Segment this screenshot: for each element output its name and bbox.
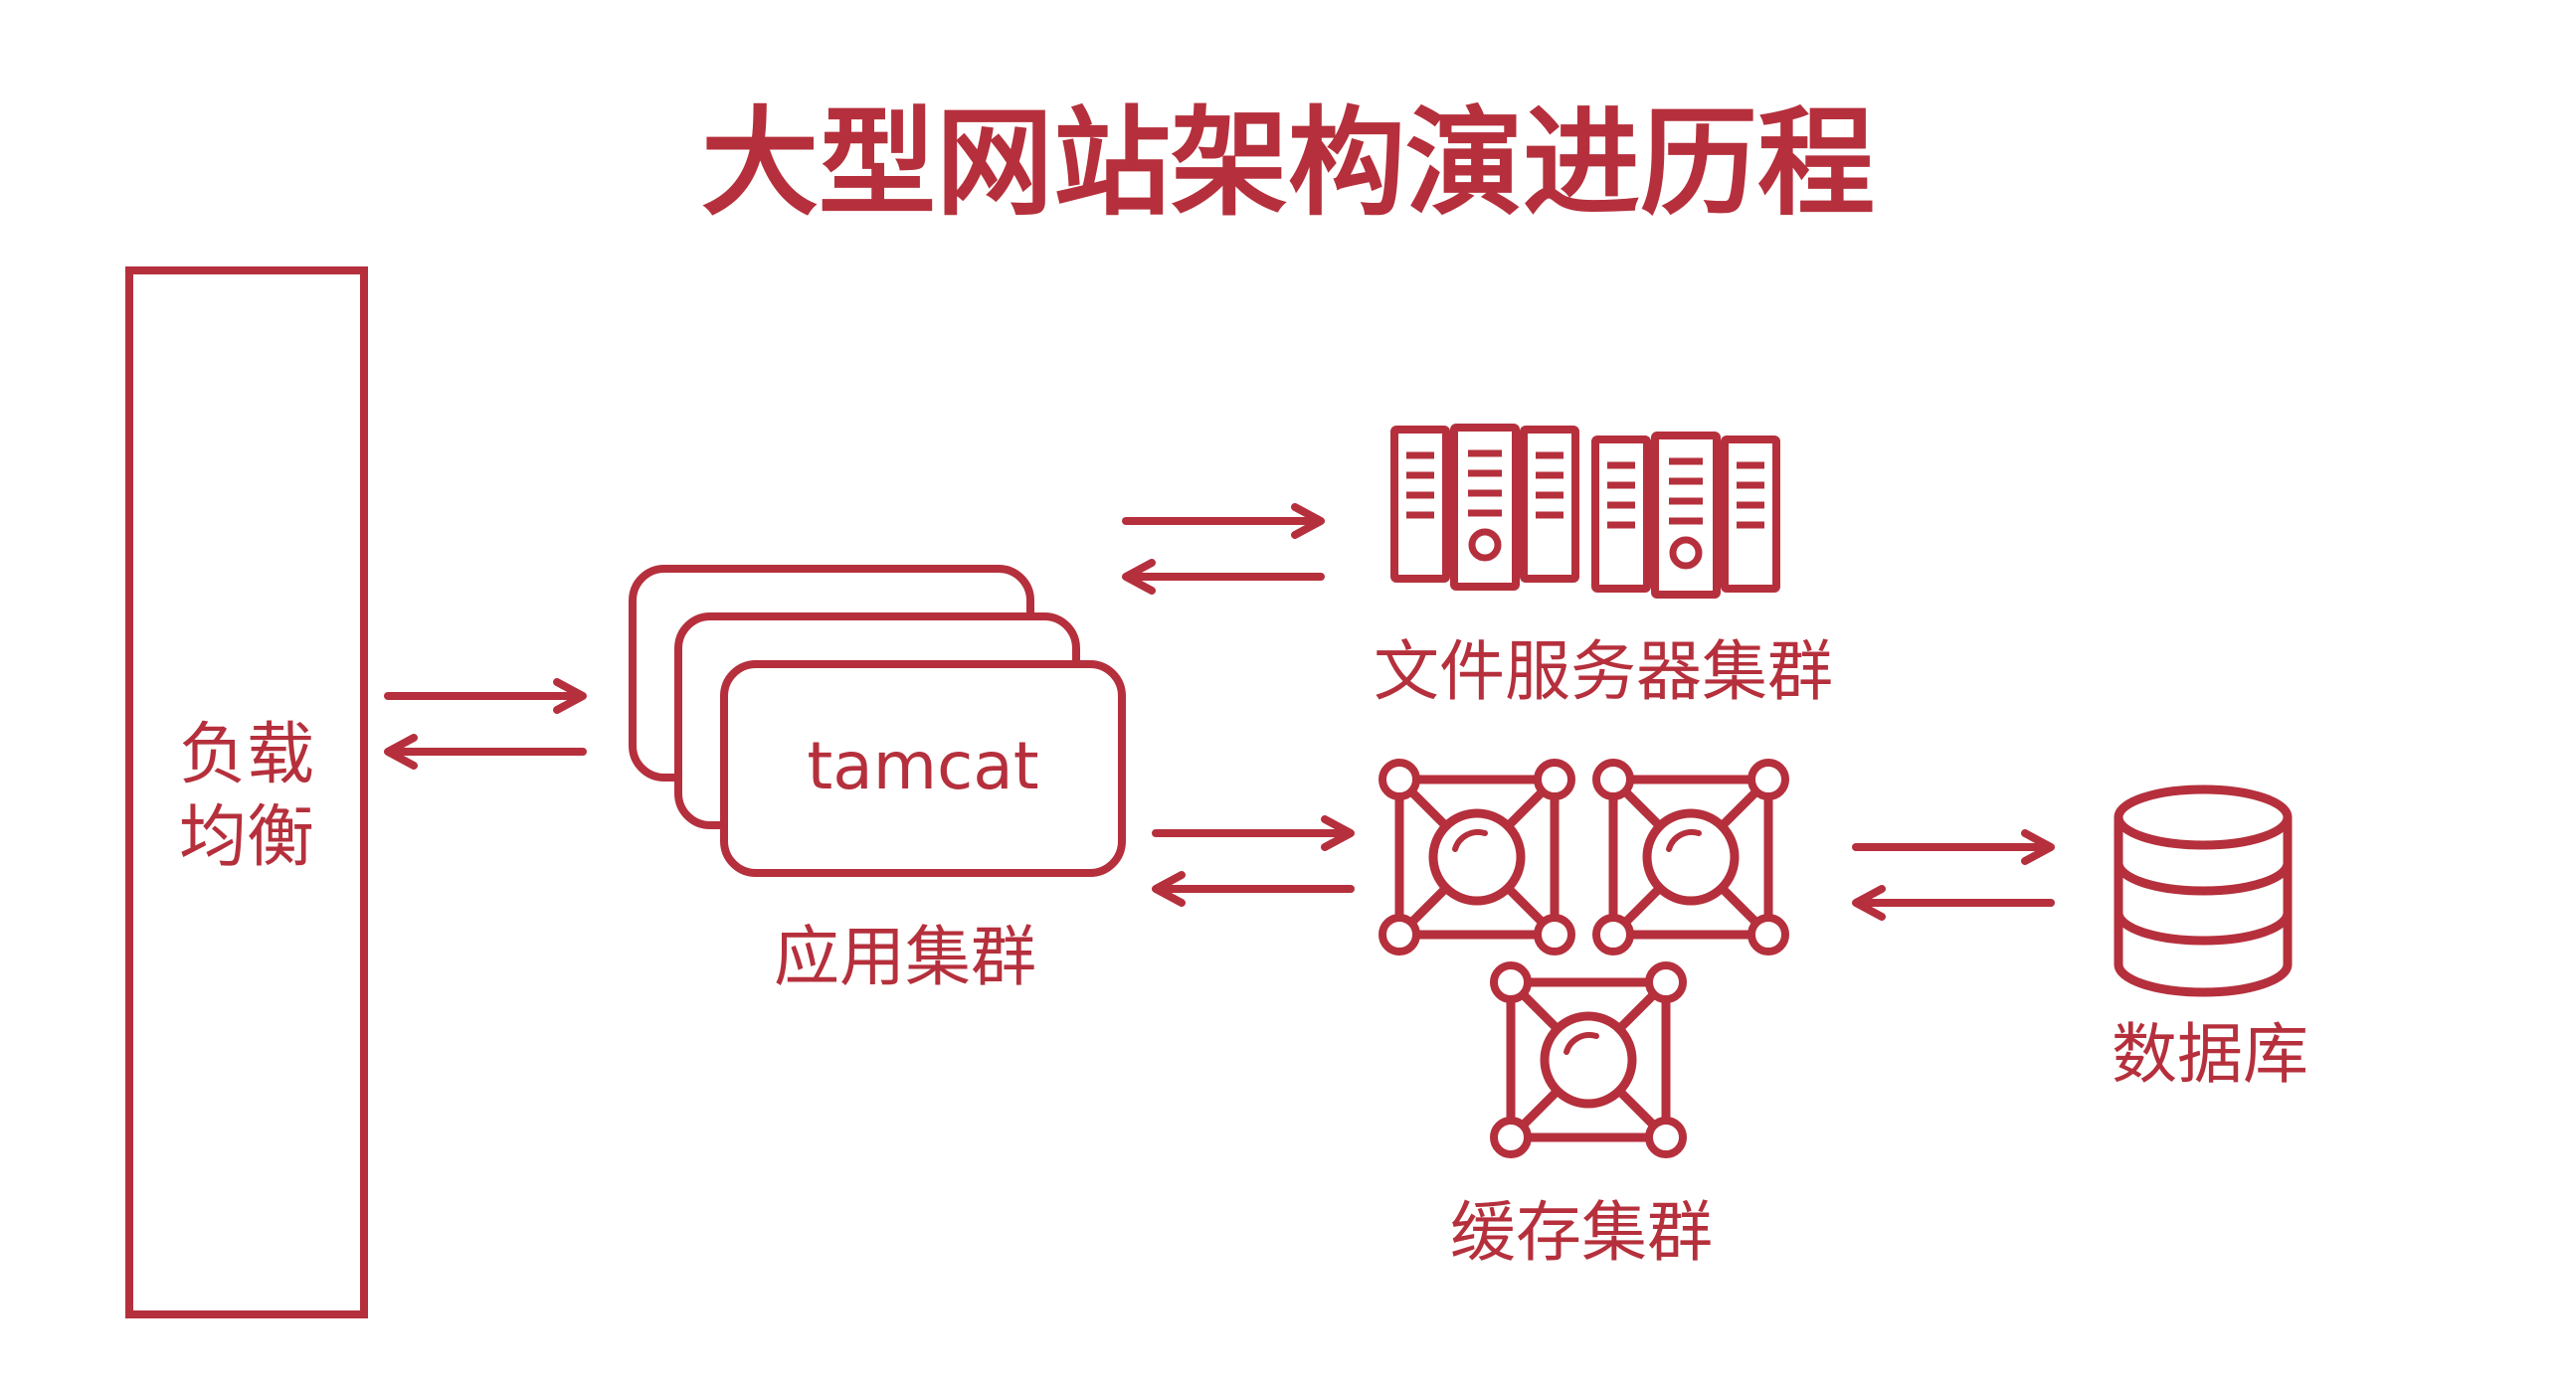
cache-cluster: 缓存集群 — [1382, 763, 1785, 1271]
architecture-diagram: 大型网站架构演进历程 负载 均衡 tamcat 应用集群 文件服务器集群 缓存集… — [125, 94, 2308, 1318]
cache-node-icon — [1494, 965, 1683, 1154]
cache-node-icon — [1382, 763, 1571, 952]
arrows-app-files — [1126, 507, 1321, 591]
load-balancer-label-line2: 均衡 — [179, 798, 314, 877]
server-rack-icon — [1595, 435, 1776, 595]
database-label: 数据库 — [2112, 1016, 2308, 1093]
arrows-app-cache — [1156, 819, 1351, 903]
cache-node-icon — [1596, 763, 1785, 952]
file-server-cluster: 文件服务器集群 — [1374, 428, 1833, 710]
database: 数据库 — [2112, 784, 2308, 1093]
arrows-cache-db — [1856, 833, 2051, 917]
app-card-text: tamcat — [807, 728, 1038, 804]
arrows-lb-app — [388, 682, 583, 766]
cache-cluster-label: 缓存集群 — [1450, 1194, 1713, 1271]
app-cluster-label: 应用集群 — [774, 919, 1036, 995]
app-cluster: tamcat 应用集群 — [629, 565, 1126, 995]
file-server-cluster-label: 文件服务器集群 — [1374, 633, 1833, 710]
database-cylinder-icon — [2114, 784, 2293, 997]
server-rack-icon — [1394, 428, 1575, 587]
load-balancer-label-line1: 负载 — [179, 716, 314, 794]
page-title: 大型网站架构演进历程 — [701, 94, 1875, 232]
load-balancer: 负载 均衡 — [125, 266, 368, 1318]
